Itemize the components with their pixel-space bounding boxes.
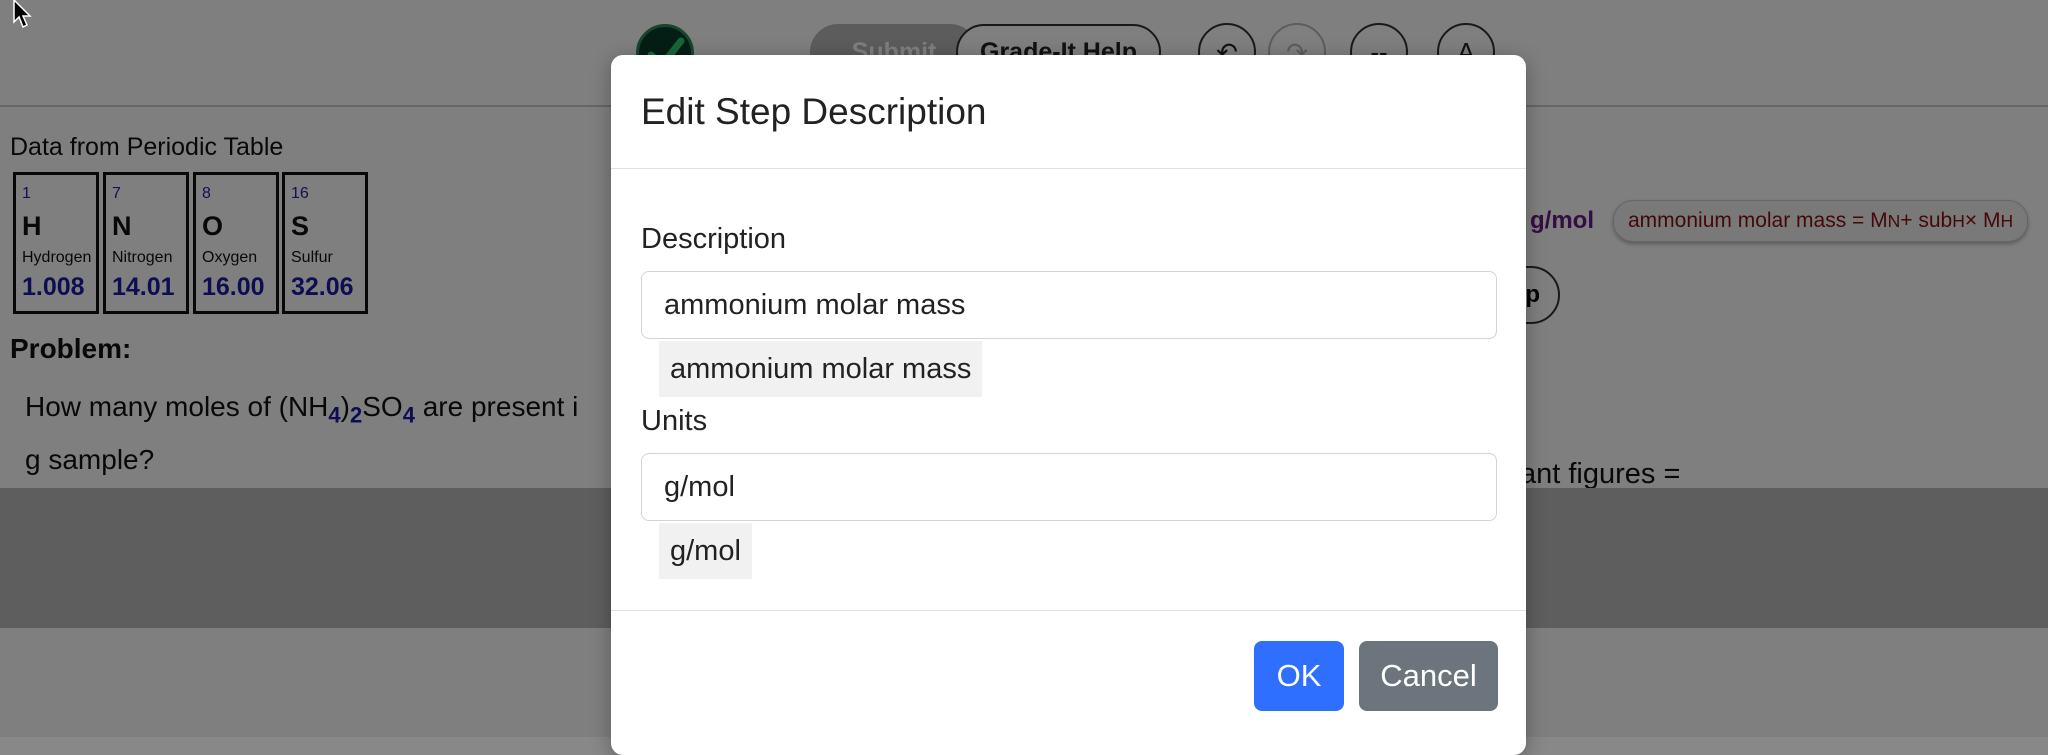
edit-step-dialog: Edit Step Description Description ammoni… xyxy=(611,55,1526,755)
modal-header: Edit Step Description xyxy=(611,55,1526,169)
modal-footer xyxy=(611,610,1526,611)
modal-title: Edit Step Description xyxy=(641,91,987,132)
description-input[interactable] xyxy=(641,271,1497,339)
description-label: Description xyxy=(641,223,787,255)
mouse-cursor-icon xyxy=(13,0,32,29)
units-suggestion[interactable]: g/mol xyxy=(659,523,752,579)
units-input[interactable] xyxy=(641,453,1497,521)
units-label: Units xyxy=(641,405,708,437)
ok-button[interactable]: OK xyxy=(1254,641,1344,711)
description-suggestion[interactable]: ammonium molar mass xyxy=(659,341,983,397)
cancel-button[interactable]: Cancel xyxy=(1359,641,1498,711)
